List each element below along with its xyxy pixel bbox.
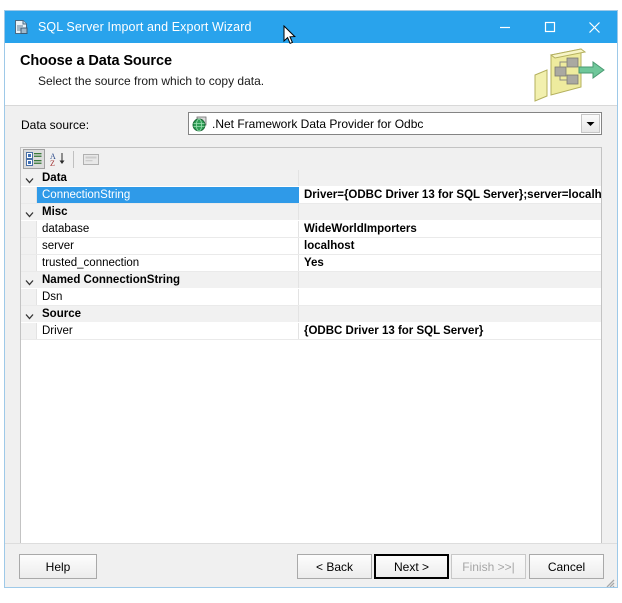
property-value[interactable]: Driver={ODBC Driver 13 for SQL Server};s… [304, 187, 601, 203]
alphabetical-sort-icon[interactable]: A Z [47, 149, 69, 169]
property-row[interactable]: server localhost [21, 238, 601, 255]
property-category-row[interactable]: Source [21, 306, 601, 323]
column-divider[interactable] [298, 323, 299, 339]
property-name: Driver [42, 325, 73, 337]
property-name: Named ConnectionString [42, 274, 181, 286]
help-button[interactable]: Help [19, 554, 97, 579]
property-value[interactable]: {ODBC Driver 13 for SQL Server} [304, 323, 601, 339]
property-category-row[interactable]: Data [21, 170, 601, 187]
property-name-cell[interactable] [37, 323, 298, 339]
chevron-down-icon[interactable] [581, 114, 600, 133]
property-name-cell[interactable] [37, 238, 298, 254]
data-source-value: .Net Framework Data Provider for Odbc [212, 116, 424, 131]
property-value[interactable]: localhost [304, 238, 601, 254]
property-grid-toolbar: A Z [20, 147, 602, 171]
property-category-row[interactable]: Named ConnectionString [21, 272, 601, 289]
property-pages-icon [80, 149, 102, 169]
page-subtitle: Select the source from which to copy dat… [38, 74, 265, 88]
chevron-down-icon[interactable] [25, 208, 34, 218]
wizard-body: Data source: .Net Framework Data Provide… [5, 106, 617, 587]
property-name-cell[interactable] [37, 170, 298, 186]
categorized-view-icon[interactable] [23, 149, 45, 169]
property-row[interactable]: Driver {ODBC Driver 13 for SQL Server} [21, 323, 601, 340]
wizard-document-icon [13, 19, 29, 35]
close-icon[interactable] [572, 11, 617, 43]
row-gutter [21, 221, 37, 237]
cancel-button[interactable]: Cancel [529, 554, 604, 579]
property-row[interactable]: ConnectionString Driver={ODBC Driver 13 f… [21, 187, 601, 204]
property-name: Dsn [42, 291, 63, 303]
property-row[interactable]: database WideWorldImporters [21, 221, 601, 238]
property-name: ConnectionString [42, 189, 131, 201]
column-divider[interactable] [298, 221, 299, 237]
title-bar[interactable]: SQL Server Import and Export Wizard [5, 11, 617, 43]
toolbar-separator [73, 150, 74, 168]
column-divider[interactable] [298, 306, 299, 322]
row-gutter [21, 238, 37, 254]
maximize-icon[interactable] [527, 11, 572, 43]
column-divider[interactable] [298, 238, 299, 254]
property-name-cell[interactable] [37, 204, 298, 220]
property-name: server [42, 240, 74, 252]
property-name: trusted_connection [42, 257, 140, 269]
resize-grip[interactable] [603, 575, 615, 587]
page-header: Choose a Data Source Select the source f… [5, 43, 617, 106]
chevron-down-icon[interactable] [25, 174, 34, 184]
finish-button: Finish >>| [451, 554, 526, 579]
wizard-window: SQL Server Import and Export Wizard Choo… [4, 10, 618, 588]
row-gutter [21, 187, 37, 203]
property-category-row[interactable]: Misc [21, 204, 601, 221]
data-flow-logo [529, 45, 607, 103]
property-row[interactable]: trusted_connection Yes [21, 255, 601, 272]
globe-provider-icon [192, 116, 208, 132]
property-name-cell[interactable] [37, 289, 298, 305]
next-button[interactable]: Next > [374, 554, 449, 579]
chevron-down-icon[interactable] [25, 310, 34, 320]
column-divider[interactable] [298, 255, 299, 271]
window-title: SQL Server Import and Export Wizard [38, 20, 252, 34]
back-button[interactable]: < Back [297, 554, 372, 579]
data-source-combo[interactable]: .Net Framework Data Provider for Odbc [188, 112, 602, 135]
chevron-down-icon[interactable] [25, 276, 34, 286]
column-divider[interactable] [298, 289, 299, 305]
caption-buttons [482, 11, 617, 43]
property-value[interactable]: WideWorldImporters [304, 221, 601, 237]
row-gutter [21, 289, 37, 305]
column-divider[interactable] [298, 187, 299, 203]
property-name: database [42, 223, 90, 235]
row-gutter [21, 255, 37, 271]
description-title: ConnectionString [29, 587, 593, 588]
property-name: Misc [42, 206, 68, 218]
property-row[interactable]: Dsn [21, 289, 601, 306]
svg-text:Z: Z [50, 159, 55, 166]
column-divider[interactable] [298, 204, 299, 220]
button-bar: Help < Back Next > Finish >>| Cancel [5, 543, 617, 587]
property-value[interactable]: Yes [304, 255, 601, 271]
column-divider[interactable] [298, 272, 299, 288]
page-title: Choose a Data Source [20, 53, 172, 69]
data-source-label: Data source: [21, 118, 90, 132]
column-divider[interactable] [298, 170, 299, 186]
property-grid[interactable]: Data ConnectionString Driver={ODBC Driver … [20, 170, 602, 574]
property-name: Data [42, 172, 67, 184]
minimize-icon[interactable] [482, 11, 527, 43]
property-name: Source [42, 308, 81, 320]
row-gutter [21, 323, 37, 339]
